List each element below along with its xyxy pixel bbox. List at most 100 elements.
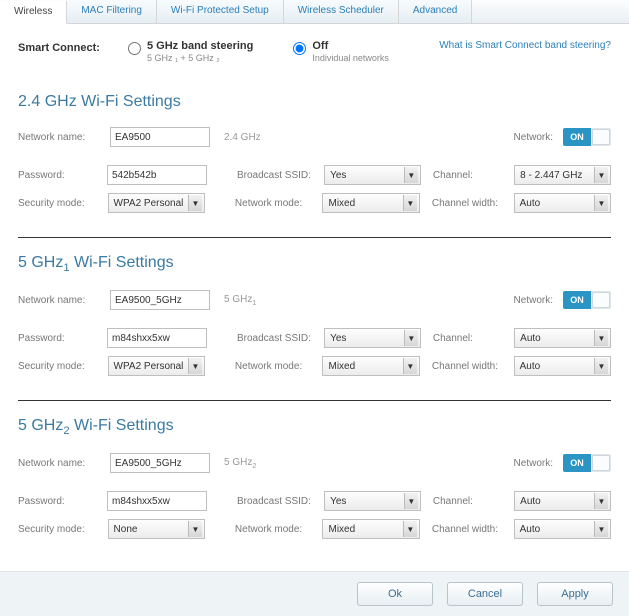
- security-mode-value-24: WPA2 Personal: [114, 198, 184, 209]
- label-broadcast-ssid: Broadcast SSID:: [237, 496, 318, 507]
- freq-tag-24: 2.4 GHz: [224, 132, 261, 143]
- radio-sub-steering: 5 GHz ₁ + 5 GHz ₂: [147, 53, 253, 63]
- label-network-name: Network name:: [18, 295, 104, 306]
- label-network-mode: Network mode:: [235, 198, 317, 209]
- label-security-mode: Security mode:: [18, 524, 102, 535]
- toggle-knob: [592, 292, 610, 308]
- label-password: Password:: [18, 170, 101, 181]
- network-name-input-52[interactable]: [110, 453, 210, 473]
- label-channel-width: Channel width:: [432, 361, 508, 372]
- network-toggle-24[interactable]: ON: [563, 128, 611, 146]
- dropdown-arrow-icon: ▼: [404, 330, 418, 346]
- dropdown-arrow-icon: ▼: [594, 521, 608, 537]
- dropdown-arrow-icon: ▼: [403, 358, 417, 374]
- tab-wireless[interactable]: Wireless: [0, 1, 67, 24]
- label-channel-width: Channel width:: [432, 198, 508, 209]
- label-password: Password:: [18, 333, 101, 344]
- tab-mac-filtering[interactable]: MAC Filtering: [67, 0, 157, 23]
- label-channel: Channel:: [433, 496, 508, 507]
- network-toggle-52[interactable]: ON: [563, 454, 611, 472]
- dropdown-arrow-icon: ▼: [188, 358, 202, 374]
- security-mode-select-51[interactable]: WPA2 Personal ▼: [108, 356, 205, 376]
- channel-select-24[interactable]: 8 - 2.447 GHz▼: [514, 165, 611, 185]
- channel-width-select-24[interactable]: Auto▼: [514, 193, 611, 213]
- label-password: Password:: [18, 496, 101, 507]
- radio-5ghz-steering[interactable]: [128, 42, 141, 55]
- radio-sub-off: Individual networks: [312, 53, 389, 63]
- label-network: Network:: [514, 295, 553, 306]
- broadcast-ssid-select-24[interactable]: Yes▼: [324, 165, 421, 185]
- toggle-knob: [592, 129, 610, 145]
- radio-title-off: Off: [312, 40, 389, 52]
- section-title-5ghz1: 5 GHz1 Wi-Fi Settings: [18, 254, 611, 274]
- password-input-24[interactable]: [107, 165, 207, 185]
- smart-connect-row: Smart Connect: 5 GHz band steering 5 GHz…: [18, 36, 611, 77]
- radio-off[interactable]: [293, 42, 306, 55]
- network-name-input-24[interactable]: [110, 127, 210, 147]
- tab-bar: Wireless MAC Filtering Wi-Fi Protected S…: [0, 0, 629, 24]
- broadcast-ssid-select-51[interactable]: Yes ▼: [324, 328, 421, 348]
- dropdown-arrow-icon: ▼: [594, 358, 608, 374]
- security-mode-value-51: WPA2 Personal: [114, 361, 184, 372]
- smart-connect-5ghz-steering[interactable]: 5 GHz band steering 5 GHz ₁ + 5 GHz ₂: [128, 40, 253, 63]
- dropdown-arrow-icon: ▼: [188, 521, 202, 537]
- channel-width-value-52: Auto: [520, 524, 541, 535]
- channel-width-value-51: Auto: [520, 361, 541, 372]
- apply-button[interactable]: Apply: [537, 582, 613, 606]
- label-network: Network:: [514, 458, 553, 469]
- channel-width-select-52[interactable]: Auto ▼: [514, 519, 611, 539]
- label-network-mode: Network mode:: [235, 524, 317, 535]
- freq-tag-52: 5 GHz2: [224, 457, 256, 470]
- radio-title-steering: 5 GHz band steering: [147, 40, 253, 52]
- footer-bar: Ok Cancel Apply: [0, 571, 629, 616]
- cancel-button[interactable]: Cancel: [447, 582, 523, 606]
- tab-advanced[interactable]: Advanced: [399, 0, 472, 23]
- toggle-on-label: ON: [563, 128, 591, 146]
- dropdown-arrow-icon: ▼: [594, 195, 608, 211]
- dropdown-arrow-icon: ▼: [403, 195, 417, 211]
- label-broadcast-ssid: Broadcast SSID:: [237, 333, 318, 344]
- label-network-mode: Network mode:: [235, 361, 317, 372]
- label-security-mode: Security mode:: [18, 198, 102, 209]
- section-title-5ghz2: 5 GHz2 Wi-Fi Settings: [18, 417, 611, 437]
- channel-width-select-51[interactable]: Auto ▼: [514, 356, 611, 376]
- freq-tag-51: 5 GHz1: [224, 294, 256, 307]
- network-name-input-51[interactable]: [110, 290, 210, 310]
- channel-value-52: Auto: [520, 496, 541, 507]
- label-channel: Channel:: [433, 333, 508, 344]
- tab-wireless-scheduler[interactable]: Wireless Scheduler: [284, 0, 399, 23]
- network-mode-value-52: Mixed: [328, 524, 355, 535]
- section-title-24ghz: 2.4 GHz Wi-Fi Settings: [18, 93, 611, 111]
- ok-button[interactable]: Ok: [357, 582, 433, 606]
- section-5ghz1: 5 GHz1 Wi-Fi Settings Network name: 5 GH…: [18, 237, 611, 400]
- label-channel: Channel:: [433, 170, 508, 181]
- broadcast-ssid-value-52: Yes: [330, 496, 346, 507]
- security-mode-value-52: None: [114, 524, 138, 535]
- channel-select-51[interactable]: Auto▼: [514, 328, 611, 348]
- smart-connect-off[interactable]: Off Individual networks: [293, 40, 389, 63]
- channel-value-51: Auto: [520, 333, 541, 344]
- channel-select-52[interactable]: Auto▼: [514, 491, 611, 511]
- dropdown-arrow-icon: ▼: [188, 195, 202, 211]
- security-mode-select-24[interactable]: WPA2 Personal ▼: [108, 193, 205, 213]
- toggle-on-label: ON: [563, 291, 591, 309]
- network-mode-select-51[interactable]: Mixed ▼: [322, 356, 419, 376]
- network-mode-value-51: Mixed: [328, 361, 355, 372]
- password-input-51[interactable]: [107, 328, 207, 348]
- security-mode-select-52[interactable]: None ▼: [108, 519, 205, 539]
- section-24ghz: 2.4 GHz Wi-Fi Settings Network name: 2.4…: [18, 77, 611, 237]
- network-mode-select-24[interactable]: Mixed ▼: [322, 193, 419, 213]
- network-toggle-51[interactable]: ON: [563, 291, 611, 309]
- broadcast-ssid-select-52[interactable]: Yes▼: [324, 491, 421, 511]
- tab-wps[interactable]: Wi-Fi Protected Setup: [157, 0, 284, 23]
- smart-connect-help-link[interactable]: What is Smart Connect band steering?: [439, 40, 611, 51]
- label-network: Network:: [514, 132, 553, 143]
- network-mode-select-52[interactable]: Mixed▼: [322, 519, 419, 539]
- password-input-52[interactable]: [107, 491, 207, 511]
- channel-value-24: 8 - 2.447 GHz: [520, 170, 582, 181]
- network-mode-value-24: Mixed: [328, 198, 355, 209]
- label-network-name: Network name:: [18, 458, 104, 469]
- broadcast-ssid-value-51: Yes: [330, 333, 346, 344]
- section-5ghz2: 5 GHz2 Wi-Fi Settings Network name: 5 GH…: [18, 400, 611, 563]
- dropdown-arrow-icon: ▼: [404, 167, 418, 183]
